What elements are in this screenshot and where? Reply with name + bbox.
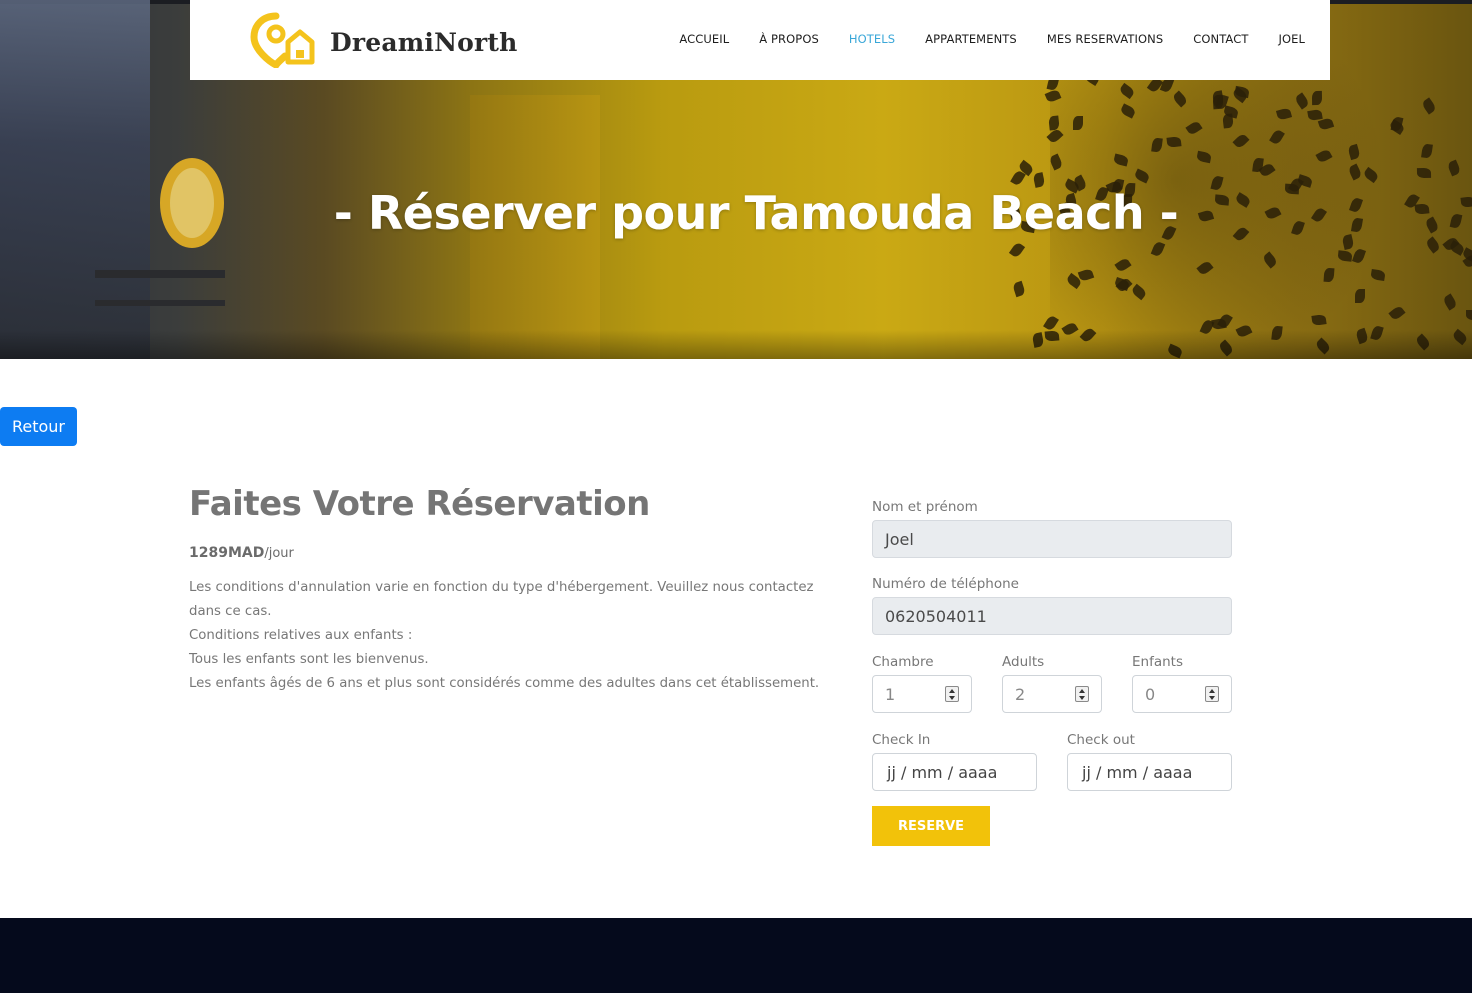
- checkout-label: Check out: [1067, 732, 1135, 748]
- nav-mes-reservations[interactable]: MES RESERVATIONS: [1047, 32, 1163, 46]
- hero-leaf-decor: [1166, 136, 1182, 148]
- nav-contact[interactable]: CONTACT: [1193, 32, 1248, 46]
- checkout-placeholder: jj / mm / aaaa: [1082, 762, 1193, 782]
- phone-value: 0620504011: [885, 606, 987, 626]
- reserve-button[interactable]: RESERVE: [872, 806, 990, 846]
- children-value: 0: [1145, 684, 1156, 704]
- room-label: Chambre: [872, 654, 934, 670]
- name-field[interactable]: Joel: [872, 520, 1232, 558]
- nav-hotels[interactable]: HOTELS: [849, 32, 895, 46]
- checkout-date-field[interactable]: jj / mm / aaaa: [1067, 753, 1232, 791]
- brand-name: DreamiNorth: [330, 27, 518, 57]
- children-label: Enfants: [1132, 654, 1183, 670]
- condition-line: Les conditions d'annulation varie en fon…: [189, 580, 814, 619]
- adults-value: 2: [1015, 684, 1026, 704]
- hero-shelf: [95, 300, 225, 306]
- number-spinner-icon[interactable]: [945, 686, 959, 702]
- number-spinner-icon[interactable]: [1075, 686, 1089, 702]
- checkin-date-field[interactable]: jj / mm / aaaa: [872, 753, 1037, 791]
- hero-leaf-decor: [1465, 309, 1472, 320]
- reservation-heading: Faites Votre Réservation: [189, 484, 650, 524]
- adults-stepper[interactable]: 2: [1002, 675, 1102, 713]
- location-pin-house-icon: [250, 12, 315, 68]
- main-nav: ACCUEIL À PROPOS HOTELS APPARTEMENTS MES…: [679, 32, 1305, 46]
- condition-line: Conditions relatives aux enfants :: [189, 628, 413, 643]
- footer: [0, 918, 1472, 993]
- children-stepper[interactable]: 0: [1132, 675, 1232, 713]
- hero-leaf-decor: [1008, 241, 1025, 260]
- back-button[interactable]: Retour: [0, 407, 77, 446]
- hero-floor-shade: [0, 330, 1472, 359]
- condition-line: Les enfants âgés de 6 ans et plus sont c…: [189, 676, 820, 691]
- reservation-conditions: Les conditions d'annulation varie en fon…: [189, 576, 839, 696]
- checkin-label: Check In: [872, 732, 931, 748]
- hero-leaf-decor: [1011, 280, 1026, 297]
- hero-title: - Réserver pour Tamouda Beach -: [333, 186, 1179, 240]
- adults-label: Adults: [1002, 654, 1045, 670]
- phone-field[interactable]: 0620504011: [872, 597, 1232, 635]
- number-spinner-icon[interactable]: [1205, 686, 1219, 702]
- price-unit: /jour: [264, 546, 294, 561]
- checkin-placeholder: jj / mm / aaaa: [887, 762, 998, 782]
- navbar: DreamiNorth ACCUEIL À PROPOS HOTELS APPA…: [190, 0, 1330, 80]
- brand-logo[interactable]: DreamiNorth: [248, 12, 518, 68]
- price: 1289MAD/jour: [189, 545, 294, 561]
- hero-leaf-decor: [1072, 116, 1083, 131]
- room-stepper[interactable]: 1: [872, 675, 972, 713]
- price-amount: 1289MAD: [189, 545, 265, 561]
- nav-a-propos[interactable]: À PROPOS: [759, 32, 819, 46]
- nav-appartements[interactable]: APPARTEMENTS: [925, 32, 1017, 46]
- nav-user-joel[interactable]: JOEL: [1278, 32, 1305, 46]
- name-value: Joel: [885, 529, 914, 549]
- nav-accueil[interactable]: ACCUEIL: [679, 32, 729, 46]
- name-label: Nom et prénom: [872, 499, 978, 515]
- condition-line: Tous les enfants sont les bienvenus.: [189, 652, 429, 667]
- room-value: 1: [885, 684, 896, 704]
- phone-label: Numéro de téléphone: [872, 576, 1019, 592]
- hero-shelf: [95, 270, 225, 278]
